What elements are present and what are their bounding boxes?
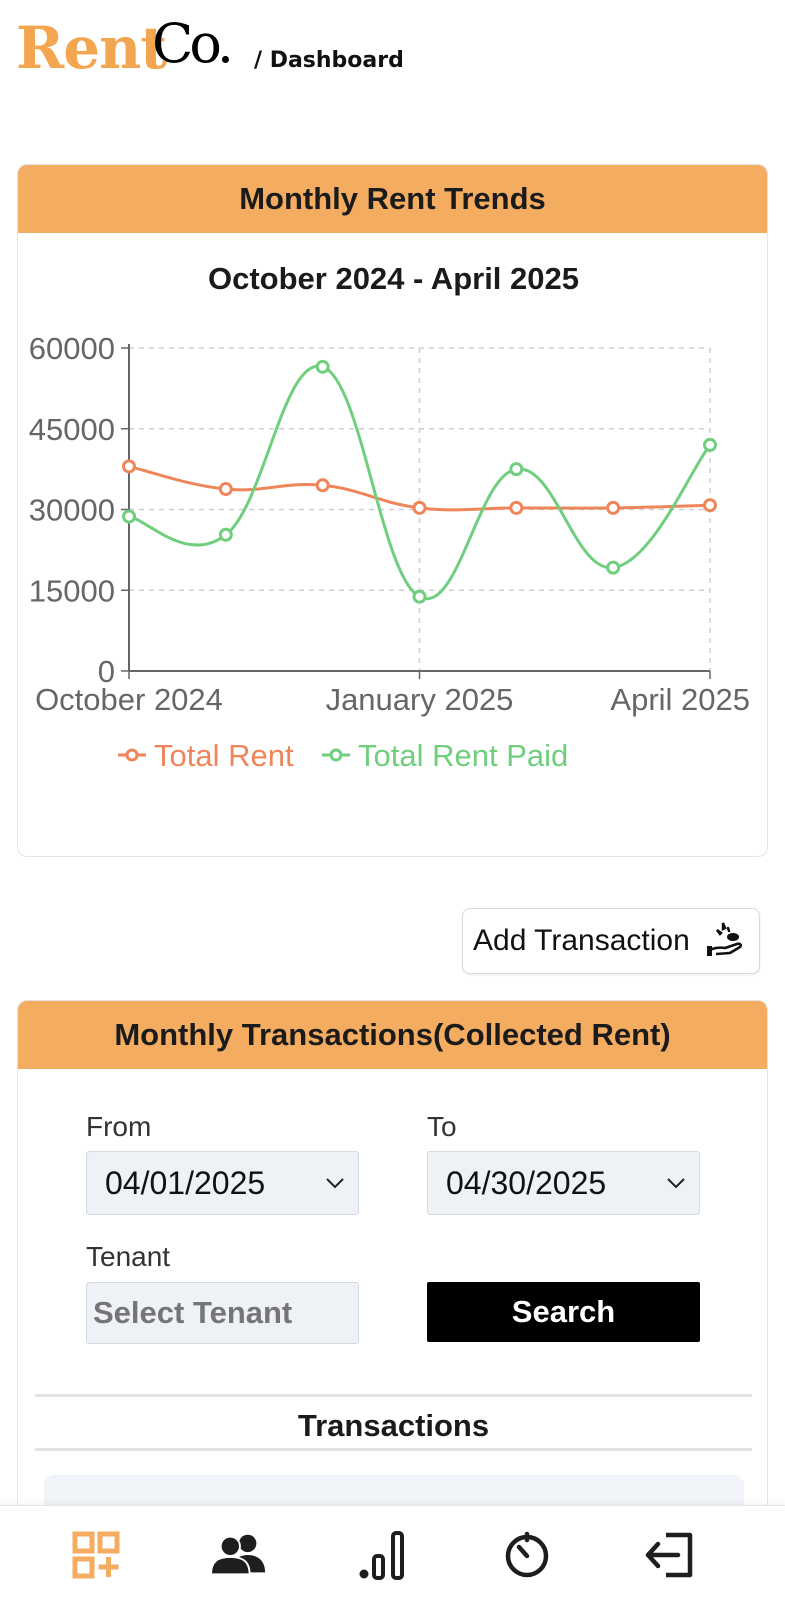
total-rent-legend-marker bbox=[125, 748, 139, 762]
total-rent-paid-point bbox=[315, 359, 330, 374]
nav-tenants[interactable] bbox=[211, 1528, 267, 1582]
top-bar: Rent Co. / Dashboard bbox=[0, 0, 785, 110]
add-transaction-label: Add Transaction bbox=[473, 924, 690, 957]
nav-reports[interactable] bbox=[355, 1528, 411, 1582]
y-tick-label: 15000 bbox=[29, 573, 115, 608]
total-rent-paid-point bbox=[703, 437, 717, 452]
total-rent-point bbox=[703, 498, 717, 513]
rent-trends-card: Monthly Rent Trends October 2024 - April… bbox=[17, 164, 768, 857]
dashboard-add-icon bbox=[72, 1531, 120, 1579]
to-date-value: 04/30/2025 bbox=[446, 1164, 607, 1201]
add-transaction-button[interactable]: Add Transaction bbox=[462, 908, 760, 974]
rent-trends-chart: 015000300004500060000October 2024 January… bbox=[29, 331, 750, 773]
total-rent-point bbox=[606, 500, 621, 515]
transactions-section-title: Transactions bbox=[297, 1408, 490, 1443]
users-icon bbox=[211, 1534, 266, 1576]
total-rent-paid-legend-marker bbox=[329, 748, 343, 762]
total-rent-point bbox=[315, 478, 330, 493]
total-rent-paid-point bbox=[606, 560, 621, 575]
total-rent-legend-label: Total Rent bbox=[154, 738, 294, 773]
transactions-card-title: Monthly Transactions(Collected Rent) bbox=[18, 1001, 767, 1069]
nav-logout[interactable] bbox=[642, 1528, 698, 1582]
chevron-down-icon bbox=[326, 1178, 344, 1189]
from-date-value: 04/01/2025 bbox=[105, 1164, 266, 1201]
total-rent-paid-point bbox=[218, 527, 233, 542]
total-rent-point bbox=[122, 459, 136, 474]
hand-coin-icon bbox=[707, 922, 743, 956]
total-rent-paid-point bbox=[122, 509, 136, 524]
logo-co-text: Co. bbox=[152, 12, 234, 75]
search-button[interactable]: Search bbox=[427, 1282, 700, 1342]
total-rent-point bbox=[509, 500, 524, 515]
tenant-label: Tenant bbox=[86, 1241, 171, 1272]
x-tick-label: April 2025 bbox=[610, 682, 750, 717]
to-label: To bbox=[427, 1111, 457, 1142]
divider bbox=[35, 1448, 752, 1451]
nav-dashboard[interactable] bbox=[68, 1528, 124, 1582]
logout-icon bbox=[645, 1532, 693, 1578]
from-label: From bbox=[86, 1111, 152, 1142]
bar-chart-icon bbox=[359, 1531, 404, 1580]
timer-icon bbox=[505, 1531, 549, 1578]
tenant-input[interactable] bbox=[86, 1282, 359, 1344]
y-tick-label: 60000 bbox=[29, 331, 115, 366]
y-tick-label: 45000 bbox=[29, 412, 115, 447]
divider bbox=[35, 1394, 752, 1397]
x-tick-label: January 2025 bbox=[326, 682, 514, 717]
nav-timer[interactable] bbox=[499, 1528, 555, 1582]
total-rent-paid-point bbox=[509, 462, 524, 477]
total-rent-paid-legend-label: Total Rent Paid bbox=[358, 738, 568, 773]
chevron-down-icon bbox=[667, 1178, 685, 1189]
logo-rent-text: Rent bbox=[16, 14, 167, 82]
bottom-navigation bbox=[0, 1505, 785, 1600]
x-tick-label: October 2024 bbox=[35, 682, 223, 717]
total-rent-paid-point bbox=[412, 589, 427, 604]
breadcrumb: / Dashboard bbox=[254, 48, 404, 73]
from-date-select[interactable]: 04/01/2025 bbox=[86, 1151, 359, 1215]
total-rent-point bbox=[412, 500, 427, 515]
total-rent-point bbox=[218, 482, 233, 497]
y-tick-label: 30000 bbox=[29, 493, 115, 528]
to-date-select[interactable]: 04/30/2025 bbox=[427, 1151, 700, 1215]
